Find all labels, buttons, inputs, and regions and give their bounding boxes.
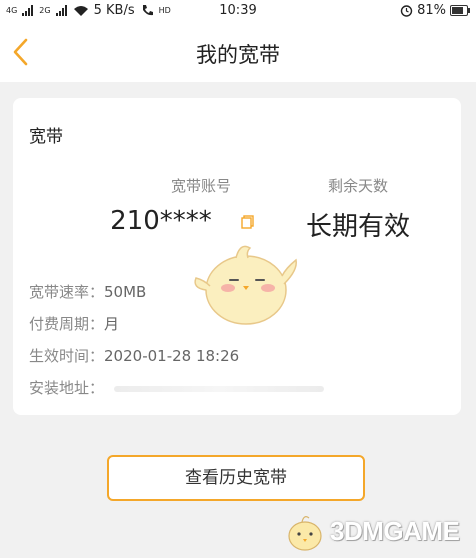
view-history-button[interactable]: 查看历史宽带 <box>107 455 365 501</box>
info-row-effective-time: 生效时间：2020-01-28 18:26 <box>29 345 239 366</box>
alarm-icon <box>400 5 413 17</box>
info-row-install-address: 安装地址： <box>29 377 325 398</box>
mascot-chick-icon <box>194 245 297 325</box>
billing-cycle-value: 月 <box>104 315 120 333</box>
billing-cycle-label: 付费周期： <box>29 315 105 333</box>
info-row-speed: 宽带速率：50MB <box>29 281 146 302</box>
broadband-card: 宽带 宽带账号 剩余天数 210**** 长期有效 宽带速率：50MB 付费周期… <box>13 98 461 415</box>
status-bar: 4G 2G 5 KB/s HD 10:39 81% <box>0 0 476 22</box>
card-title: 宽带 <box>29 127 63 147</box>
watermark-text: 3DMGAME <box>330 516 460 546</box>
page-title: 我的宽带 <box>196 43 280 67</box>
battery-percent: 81% <box>417 3 446 18</box>
account-label: 宽带账号 <box>170 177 231 195</box>
info-row-billing-cycle: 付费周期：月 <box>29 313 119 334</box>
effective-time-label: 生效时间： <box>29 347 105 365</box>
speed-value: 50MB <box>104 283 147 301</box>
remaining-days-label: 剩余天数 <box>327 177 388 195</box>
watermark: 3DMGAME <box>282 510 472 554</box>
install-address-redacted <box>114 385 325 392</box>
status-right: 81% <box>400 3 470 18</box>
copy-icon[interactable] <box>241 215 255 229</box>
install-address-label: 安装地址： <box>29 379 105 397</box>
watermark-chick-icon <box>288 516 322 551</box>
nav-bar: 我的宽带 <box>0 22 476 82</box>
battery-icon <box>450 5 470 16</box>
effective-time-value: 2020-01-28 18:26 <box>104 347 240 365</box>
speed-label: 宽带速率： <box>29 283 105 301</box>
